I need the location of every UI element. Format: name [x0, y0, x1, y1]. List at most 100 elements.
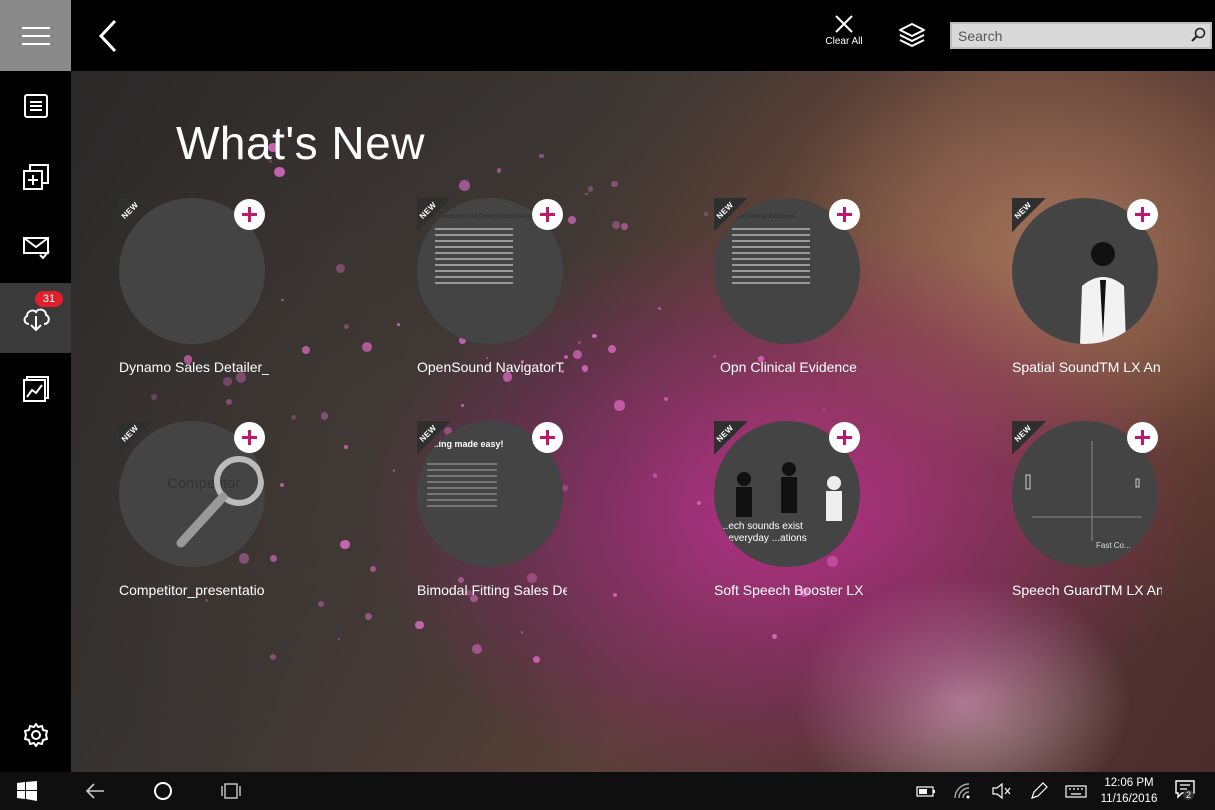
add-tile-button[interactable]: [1127, 422, 1158, 453]
image-chart-icon: [22, 376, 49, 402]
back-arrow-icon[interactable]: [84, 780, 106, 802]
sparkle-particle: [697, 501, 701, 506]
add-tile-button[interactable]: [829, 199, 860, 230]
sparkle-particle: [663, 396, 668, 401]
add-tile-button[interactable]: [532, 199, 563, 230]
sparkle-particle: [612, 221, 621, 230]
sparkle-particle: [532, 655, 541, 664]
main-content: What's New NEW Dynamo Sales Detailer_ In…: [71, 71, 1215, 772]
sparkle-particle: [291, 415, 296, 421]
documents-nav-button[interactable]: [0, 71, 71, 141]
sparkle-particle: [496, 168, 502, 173]
sparkle-particle: [270, 653, 277, 660]
add-to-collection-icon: [22, 164, 49, 190]
sparkle-particle: [362, 341, 373, 352]
sparkle-particle: [318, 600, 325, 607]
downloads-count-badge: 31: [35, 291, 63, 307]
sparkle-particle: [822, 408, 825, 411]
clock-date: 11/16/2016: [1100, 793, 1158, 805]
new-badge: NEW: [119, 421, 153, 455]
add-tile-button[interactable]: [234, 199, 265, 230]
search-icon[interactable]: [1190, 27, 1206, 43]
sparkle-particle: [225, 399, 232, 405]
sparkle-particle: [621, 223, 629, 231]
cloud-download-icon: [23, 308, 50, 332]
sparkle-particle: [587, 185, 594, 192]
left-rail: 31: [0, 0, 71, 772]
clear-all-label: Clear All: [825, 36, 863, 47]
top-bar: Clear All: [71, 0, 1215, 71]
new-badge: NEW: [417, 421, 451, 455]
content-tile[interactable]: ...ech sounds exist ...everyday ...ation…: [714, 421, 889, 621]
sparkle-particle: [397, 323, 400, 326]
new-badge: NEW: [119, 198, 153, 232]
gear-icon: [23, 723, 48, 747]
content-tile[interactable]: Competitor NEW Competitor_presentatio: [119, 421, 294, 621]
sparkle-particle: [344, 324, 350, 330]
close-icon: [835, 15, 853, 33]
search-input[interactable]: [952, 24, 1188, 47]
tile-caption: Soft Speech Booster LX: [714, 582, 864, 598]
new-badge: NEW: [1012, 198, 1046, 232]
search-box: [950, 22, 1212, 49]
taskbar-clock[interactable]: 12:06 PM 11/16/2016: [1098, 775, 1160, 807]
layers-button[interactable]: [897, 20, 929, 52]
add-tile-button[interactable]: [829, 422, 860, 453]
content-tile[interactable]: Opn Clinical Evidence NEW Opn Clinical E…: [714, 198, 889, 398]
windows-start-icon[interactable]: [16, 780, 38, 802]
sparkle-particle: [652, 473, 658, 478]
sparkle-particle: [614, 400, 625, 411]
sparkle-particle: [301, 345, 310, 354]
sparkle-particle: [369, 565, 376, 572]
hamburger-icon: [21, 26, 50, 45]
mail-check-icon: [22, 237, 50, 259]
sparkle-particle: [344, 445, 348, 449]
sparkle-particle: [658, 307, 661, 310]
back-button[interactable]: [93, 18, 123, 54]
content-tile[interactable]: NEW Dynamo Sales Detailer_: [119, 198, 294, 398]
content-tile[interactable]: ...ing made easy! NEW Bimodal Fitting Sa…: [417, 421, 592, 621]
add-collection-nav-button[interactable]: [0, 142, 71, 212]
gallery-nav-button[interactable]: [0, 354, 71, 424]
hamburger-menu-button[interactable]: [0, 0, 71, 71]
content-tile[interactable]: Introduction to OpenSound Navigator™ NEW…: [417, 198, 592, 398]
clear-all-button[interactable]: Clear All: [815, 14, 873, 58]
sparkle-particle: [471, 643, 482, 654]
settings-button[interactable]: [0, 700, 71, 770]
content-tile[interactable]: Fast Co... NEW Speech GuardTM LX An: [1012, 421, 1187, 621]
task-view-icon[interactable]: [220, 780, 242, 802]
sparkle-particle: [771, 633, 778, 640]
wifi-icon[interactable]: [951, 780, 973, 802]
sparkle-particle: [461, 404, 464, 408]
pen-icon[interactable]: [1028, 780, 1050, 802]
sparkle-particle: [704, 212, 708, 216]
sparkle-particle: [337, 638, 340, 641]
sparkle-particle: [613, 593, 618, 598]
cortana-search-icon[interactable]: [152, 780, 174, 802]
add-tile-button[interactable]: [532, 422, 563, 453]
battery-icon[interactable]: [915, 780, 937, 802]
add-tile-button[interactable]: [1127, 199, 1158, 230]
downloads-nav-button[interactable]: 31: [0, 283, 71, 353]
add-tile-button[interactable]: [234, 422, 265, 453]
touch-keyboard-icon[interactable]: [1065, 780, 1087, 802]
sparkle-particle: [459, 180, 470, 191]
sparkle-particle: [584, 192, 588, 196]
tile-caption: Bimodal Fitting Sales De: [417, 582, 567, 598]
tile-caption: Speech GuardTM LX An: [1012, 582, 1162, 598]
new-badge: NEW: [714, 198, 748, 232]
mail-nav-button[interactable]: [0, 212, 71, 282]
sparkle-particle: [520, 631, 524, 635]
sparkle-particle: [320, 412, 328, 420]
notification-count: 2: [1182, 790, 1194, 800]
volume-muted-icon[interactable]: [990, 780, 1012, 802]
sparkle-particle: [415, 620, 425, 630]
tile-caption: Opn Clinical Evidence: [720, 359, 857, 375]
action-center-button[interactable]: 2: [1174, 778, 1200, 804]
content-tile[interactable]: NEW Spatial SoundTM LX An: [1012, 198, 1187, 398]
tile-caption: OpenSound NavigatorT: [417, 359, 565, 375]
layers-icon: [899, 23, 925, 47]
sparkle-particle: [335, 264, 345, 273]
sparkle-particle: [392, 468, 396, 472]
clock-time: 12:06 PM: [1104, 777, 1154, 789]
